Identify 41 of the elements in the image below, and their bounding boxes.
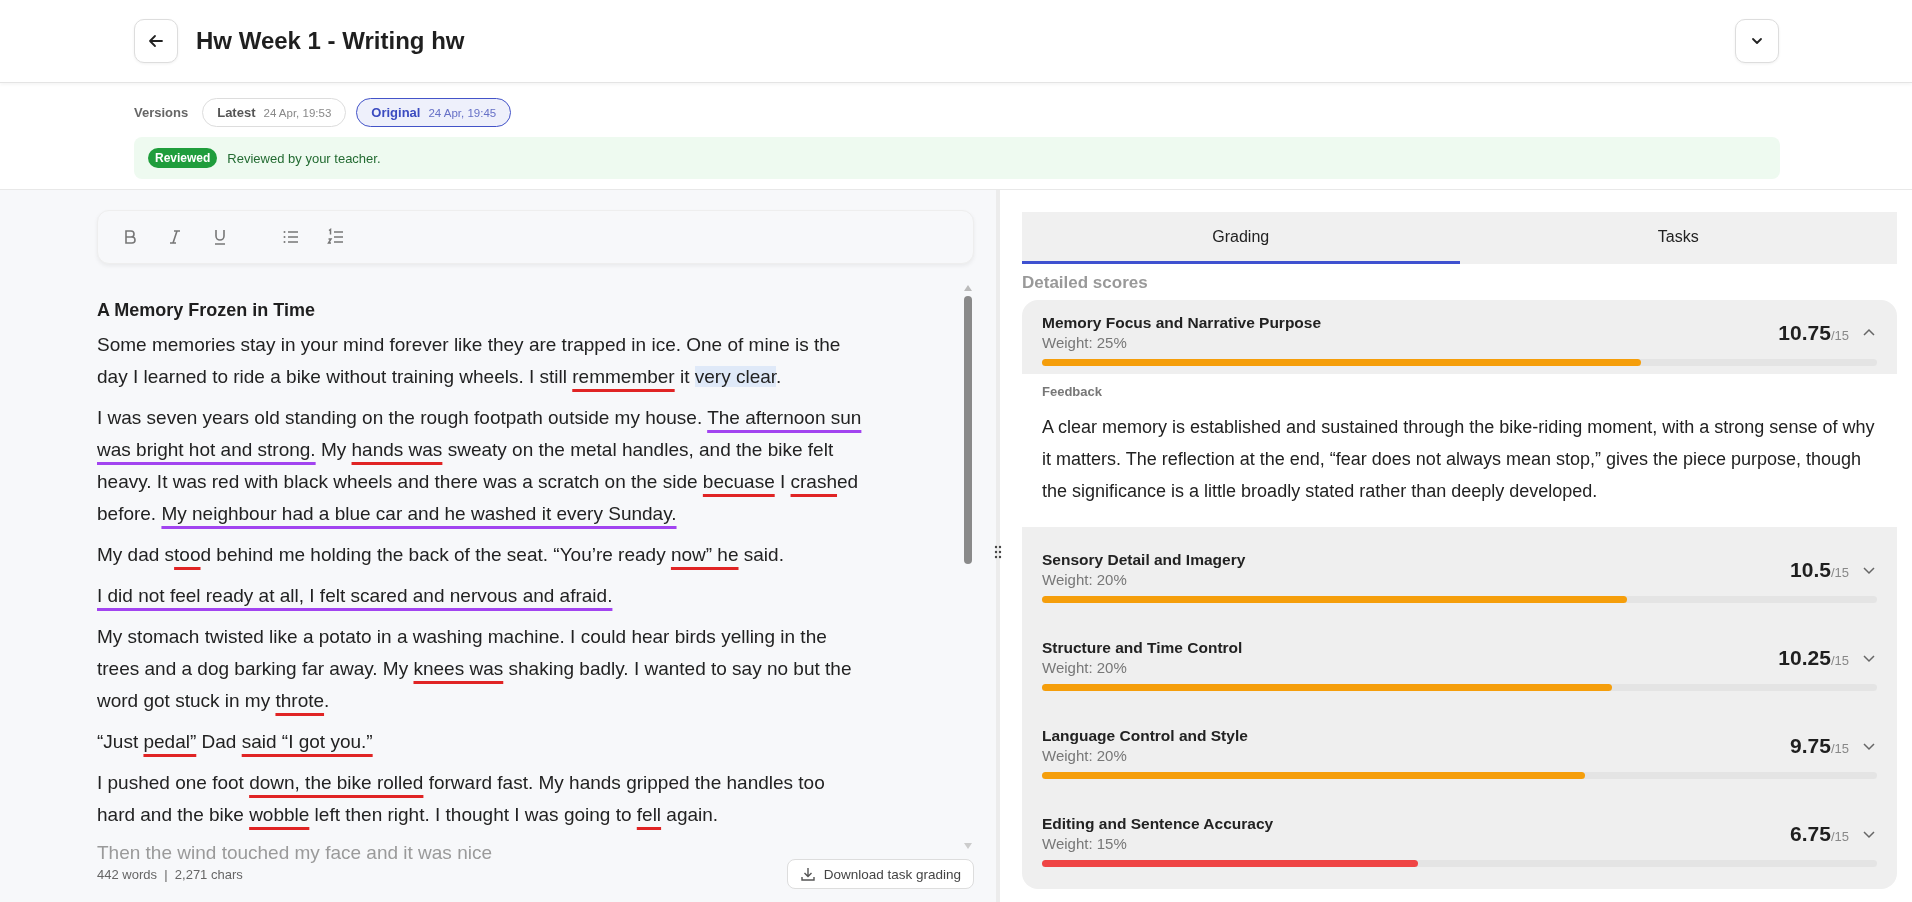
drag-handle-icon[interactable] <box>994 545 1002 559</box>
word-count: 442 words | 2,271 chars <box>97 866 243 882</box>
feedback-label: Feedback <box>1042 384 1103 399</box>
panel-tab[interactable]: Tasks <box>1459 212 1897 264</box>
criterion-weight: Weight: 20% <box>1042 747 1128 764</box>
criterion-score: 10.25/15 <box>1778 645 1849 670</box>
criterion-weight: Weight: 25% <box>1042 334 1128 351</box>
essay-paragraph: I did not feel ready at all, I felt scared and nervous and afraid. <box>97 584 614 608</box>
version-chip[interactable]: Original 24 Apr, 19:45 <box>356 97 512 127</box>
page-title: Hw Week 1 - Writing hw <box>196 27 465 55</box>
feedback-text: A clear memory is established and sustained through the bike-riding moment, with a strong sense of why it matters. The reflection at the end, “fear does not always mean stop,” gives the piece purpose, though the significance is a little broadly stated rather than deeply developed. <box>1042 416 1876 503</box>
numbered-list-icon[interactable] <box>326 227 346 247</box>
criterion-name: Language Control and Style <box>1042 727 1249 745</box>
essay-paragraph: My stomach twisted like a potato in a washing machine. I could hear birds yelling in the trees and a dog barking far away. My knees was shaking badly. I wanted to say no but the word got stuck in my throte. <box>97 625 853 713</box>
essay-paragraph: Then the wind touched my face and it was nice <box>97 841 493 865</box>
back-button[interactable] <box>134 19 178 63</box>
criterion-weight: Weight: 15% <box>1042 835 1128 852</box>
essay-paragraph: “Just pedal” Dad said “I got you.” <box>97 730 374 754</box>
essay-title: A Memory Frozen in Time <box>97 300 317 321</box>
criterion-name: Editing and Sentence Accuracy <box>1042 815 1275 833</box>
download-icon <box>799 866 816 882</box>
criterion-name: Memory Focus and Narrative Purpose <box>1042 314 1323 332</box>
criterion-name: Structure and Time Control <box>1042 639 1244 657</box>
reviewed-badge: Reviewed <box>148 148 218 168</box>
download-button[interactable]: Download task grading <box>786 859 974 889</box>
criterion-score: 9.75/15 <box>1790 733 1849 758</box>
criterion-score: 10.75/15 <box>1778 320 1849 345</box>
criterion-score: 10.5/15 <box>1790 557 1849 582</box>
essay-paragraph: Some memories stay in your mind forever like they are trapped in ice. One of mine is the day I learned to ride a bike without training wheels. I still remmember it very clear. <box>97 333 842 389</box>
panel-tab[interactable]: Grading <box>1022 212 1460 264</box>
section-heading: Detailed scores <box>1022 272 1149 294</box>
criterion-score: 6.75/15 <box>1790 821 1849 846</box>
essay-paragraph: My dad stood behind me holding the back of the seat. “You’re ready now” he said. <box>97 543 785 567</box>
version-chip[interactable]: Latest 24 Apr, 19:53 <box>202 97 347 127</box>
essay-paragraph: I pushed one foot down, the bike rolled forward fast. My hands gripped the handles too hard and the bike wobble left then right. I thought I was going to fell again. <box>97 771 826 827</box>
criterion-name: Sensory Detail and Imagery <box>1042 551 1247 569</box>
review-message: Reviewed by your teacher. <box>227 150 381 166</box>
versions-label: Versions <box>134 104 189 120</box>
criterion-weight: Weight: 20% <box>1042 571 1128 588</box>
criterion-weight: Weight: 20% <box>1042 659 1128 676</box>
essay-paragraph: I was seven years old standing on the rough footpath outside my house. The afternoon sun was bright hot and strong. My hands was sweaty on the metal handles, and the bike felt heavy. It was red with black wheels and there was a scratch on the side becuase I crashed before. My neighbour had a blue car and he washed it every Sunday. <box>97 406 862 526</box>
